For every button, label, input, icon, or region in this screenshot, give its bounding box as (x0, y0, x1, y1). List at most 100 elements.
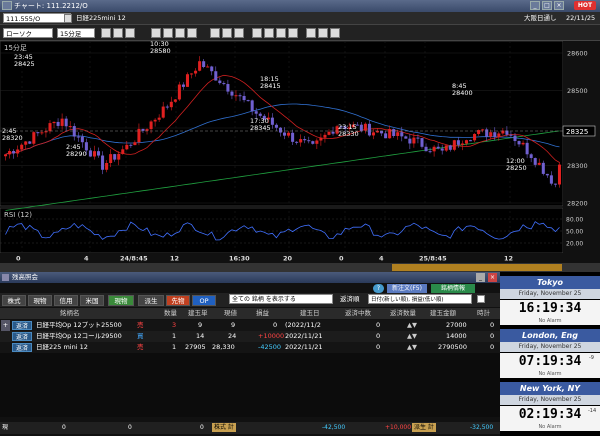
chart-tool-1[interactable] (101, 28, 111, 38)
tab-futures[interactable]: 先物 (166, 295, 190, 306)
chart-tool-2[interactable] (113, 28, 123, 38)
stepper-icon[interactable]: ▲▼ (407, 342, 417, 353)
close-position-button[interactable]: 返済 (12, 343, 32, 352)
minimize-icon[interactable]: _ (476, 273, 485, 282)
candle (169, 101, 173, 108)
candle (141, 128, 145, 131)
col-unit: 建玉単 (188, 309, 208, 317)
filter-select[interactable]: 全ての 銘柄 を表示する (229, 294, 333, 304)
chart-tool-17[interactable] (330, 28, 340, 38)
chart-type-select[interactable]: ローソク (3, 28, 53, 38)
candle (121, 149, 125, 154)
candle (436, 146, 440, 149)
time-tick-label: 12 (504, 255, 513, 263)
chart-tool-9[interactable] (222, 28, 232, 38)
chart-scrollbar-thumb[interactable] (392, 264, 562, 271)
table-row[interactable]: 返済 日経平均Op 12コール29500 買 1 14 24 +10000 20… (0, 331, 500, 342)
tab-us[interactable]: 米国 (80, 295, 104, 306)
chart-tool-4[interactable] (151, 28, 161, 38)
table-row[interactable]: 返済 日経225 mini 12 売 1 27905 28,330 -42500… (0, 342, 500, 353)
close-position-button[interactable]: 返済 (12, 332, 32, 341)
candle (533, 158, 537, 165)
tab-options[interactable]: OP (192, 295, 216, 306)
interval-select[interactable]: 15分足 (57, 28, 95, 38)
candlestick-chart[interactable]: 23:45284252:45283202:452829010:302858017… (0, 40, 600, 272)
help-icon[interactable]: ? (373, 284, 384, 293)
candle (145, 129, 149, 131)
minimize-button[interactable]: _ (530, 1, 540, 10)
summary-val3: -42,500 (322, 424, 346, 431)
rsi-label: RSI (12) (4, 211, 32, 219)
option-checkbox[interactable] (477, 295, 485, 303)
tab-derivatives[interactable]: 派生 (138, 295, 164, 306)
new-order-button[interactable]: 新注文(F5) (387, 284, 427, 293)
chart-tool-3[interactable] (125, 28, 135, 38)
candle (553, 183, 557, 185)
stepper-icon[interactable]: ▲▼ (407, 331, 417, 342)
close-button[interactable]: × (554, 1, 564, 10)
candle (367, 123, 371, 136)
candle (12, 151, 16, 154)
col-price: 現値 (224, 309, 237, 317)
candle (440, 148, 444, 151)
candle (101, 155, 105, 170)
tab-stocks[interactable]: 株式 (2, 295, 26, 306)
candle (173, 99, 177, 102)
time-tick-label: 0 (16, 255, 21, 263)
chart-tool-6[interactable] (175, 28, 185, 38)
chart-tool-14[interactable] (288, 28, 298, 38)
maximize-button[interactable]: □ (542, 1, 552, 10)
candle (473, 133, 477, 141)
chart-area[interactable]: 23:45 28425 2:45 28320 2:45 28290 10:30 28580 17… (0, 40, 600, 272)
candle (283, 132, 287, 136)
annotation-price: 28425 (14, 60, 35, 68)
chart-tool-10[interactable] (234, 28, 244, 38)
candle (190, 73, 194, 75)
candle (363, 123, 367, 131)
add-icon[interactable]: + (1, 320, 10, 331)
symbol-code-input[interactable]: 111.555/O (3, 13, 71, 23)
candle (105, 163, 109, 170)
col-date: 建玉日 (300, 309, 320, 317)
candle (185, 74, 189, 87)
order-panel-header: 残高照会 _ × (0, 272, 500, 283)
candle (153, 119, 157, 122)
chart-tool-5[interactable] (163, 28, 173, 38)
chart-tool-13[interactable] (276, 28, 286, 38)
row-pl: 0 (273, 321, 278, 329)
row-side: 売 (137, 343, 144, 351)
candle (513, 135, 517, 142)
candle (44, 131, 48, 133)
symbol-info-button[interactable]: 銘柄情報 (431, 284, 475, 293)
chart-tool-11[interactable] (252, 28, 262, 38)
tab-spot[interactable]: 現物 (28, 295, 52, 306)
stepper-icon[interactable]: ▲▼ (407, 320, 417, 331)
table-row[interactable]: + 返済 日経平均Op 12プット25500 売 3 9 9 0 (2022/1… (0, 320, 500, 331)
candle (287, 132, 291, 136)
chart-tool-15[interactable] (306, 28, 316, 38)
tab-margin[interactable]: 信用 (54, 295, 78, 306)
row-unit: 9 (198, 321, 203, 329)
candle (133, 142, 137, 146)
price-tick-label: 28300 (567, 162, 588, 170)
tab-spot-2[interactable]: 現物 (108, 295, 134, 306)
candle (198, 61, 202, 71)
chart-tool-7[interactable] (187, 28, 197, 38)
chart-tool-8[interactable] (210, 28, 220, 38)
candle (113, 154, 117, 160)
chart-tool-16[interactable] (318, 28, 328, 38)
chart-tool-12[interactable] (264, 28, 274, 38)
symbol-dropdown[interactable] (64, 14, 72, 23)
sort-select[interactable]: 日付(新しい順), 損益(低い順) (368, 294, 472, 304)
hot-badge[interactable]: HOT (574, 1, 596, 10)
row-amount: 14000 (446, 332, 467, 340)
candle (460, 143, 464, 145)
candle (315, 140, 319, 144)
candle (549, 175, 553, 184)
col-closing: 返済中数 (345, 309, 371, 317)
candle (537, 162, 541, 165)
price-tick-label: 28200 (567, 200, 588, 208)
candle (359, 124, 363, 131)
close-position-button[interactable]: 返済 (12, 321, 32, 330)
close-icon[interactable]: × (488, 273, 497, 282)
